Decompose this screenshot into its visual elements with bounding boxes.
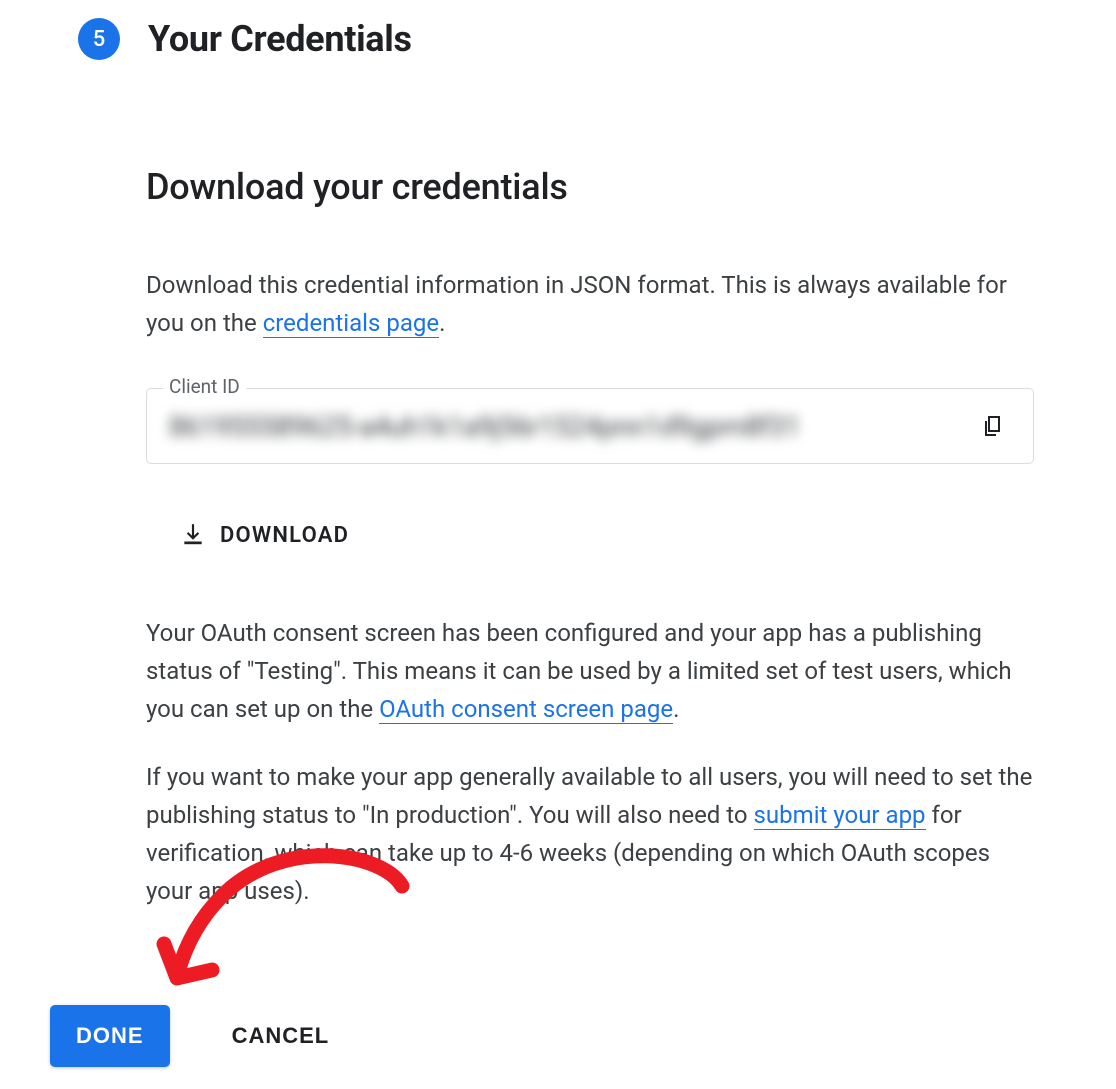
download-icon	[180, 522, 206, 548]
step-header: 5 Your Credentials	[0, 0, 1116, 60]
step-number: 5	[93, 27, 106, 52]
oauth-consent-link[interactable]: OAuth consent screen page	[379, 695, 673, 724]
client-id-label: Client ID	[163, 375, 246, 398]
step-number-badge: 5	[78, 18, 120, 60]
copy-icon	[981, 413, 1005, 439]
done-button[interactable]: DONE	[50, 1005, 170, 1067]
content-area: Download your credentials Download this …	[0, 60, 1116, 910]
client-id-value: 861955589625-a4uh1k1a9j56r1524pnn1d9gpm8…	[169, 410, 973, 443]
cancel-button[interactable]: CANCEL	[222, 1005, 340, 1067]
action-row: DONE CANCEL	[50, 1005, 339, 1067]
intro-text: Download this credential information in …	[146, 266, 1034, 342]
copy-button[interactable]	[973, 406, 1013, 446]
submit-app-link[interactable]: submit your app	[754, 801, 926, 830]
credentials-page-link[interactable]: credentials page	[263, 309, 439, 338]
download-label: DOWNLOAD	[220, 523, 349, 548]
para1-post: .	[673, 695, 679, 723]
section-heading: Download your credentials	[146, 166, 1034, 208]
consent-info-paragraph: Your OAuth consent screen has been confi…	[146, 614, 1034, 728]
step-title: Your Credentials	[148, 18, 412, 60]
client-id-field: Client ID 861955589625-a4uh1k1a9j56r1524…	[146, 388, 1034, 464]
download-button[interactable]: DOWNLOAD	[168, 512, 361, 558]
publishing-info-paragraph: If you want to make your app generally a…	[146, 758, 1034, 910]
intro-post: .	[439, 309, 445, 337]
